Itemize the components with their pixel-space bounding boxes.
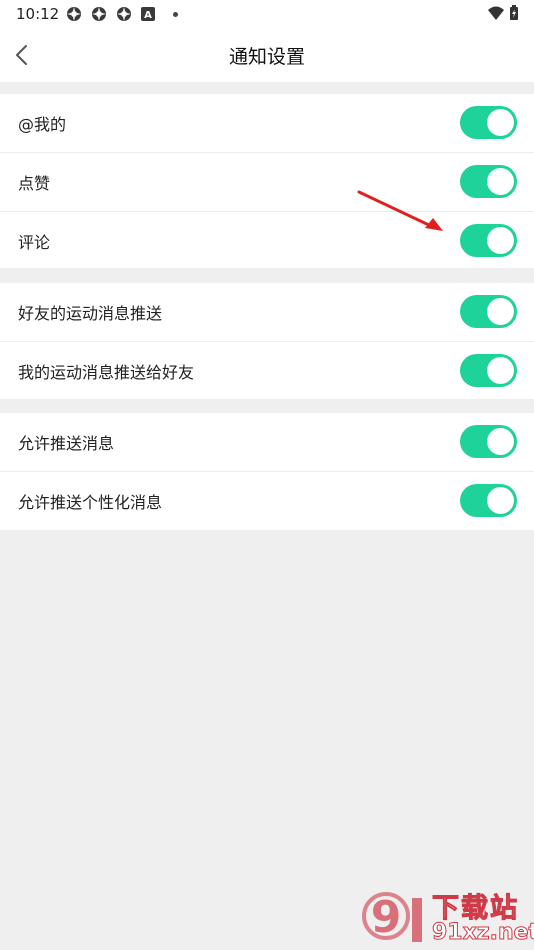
watermark-logo-icon: 9 xyxy=(362,892,422,943)
gear-notification-icon xyxy=(117,7,131,21)
toggle-knob xyxy=(487,109,514,136)
toggle-knob xyxy=(487,168,514,195)
gear-notification-icon xyxy=(67,7,81,21)
settings-group-sports: 好友的运动消息推送 我的运动消息推送给好友 xyxy=(0,283,534,399)
settings-group-interactions: @我的 点赞 评论 xyxy=(0,94,534,268)
app-badge-letter: A xyxy=(144,10,152,21)
annotation-arrow-icon xyxy=(357,190,443,231)
status-bar: 10:12 A xyxy=(0,0,534,28)
setting-label: 好友的运动消息推送 xyxy=(18,304,163,323)
more-notifications-dot-icon xyxy=(173,12,178,17)
wifi-icon xyxy=(488,6,504,20)
setting-row-likes: 点赞 xyxy=(0,152,534,211)
setting-label: 允许推送个性化消息 xyxy=(18,493,163,512)
setting-row-comments: 评论 xyxy=(0,211,534,270)
svg-text:9: 9 xyxy=(371,892,402,943)
setting-label: @我的 xyxy=(18,115,67,134)
toggle-knob xyxy=(487,227,514,254)
setting-label: 我的运动消息推送给好友 xyxy=(18,363,195,382)
gear-notification-icon xyxy=(92,7,106,21)
setting-label: 允许推送消息 xyxy=(18,434,115,453)
toggle-knob xyxy=(487,357,514,384)
battery-icon xyxy=(510,5,518,20)
setting-label: 点赞 xyxy=(18,174,51,193)
toggle-knob xyxy=(487,487,514,514)
notification-icons: A xyxy=(66,6,178,22)
status-time: 10:12 xyxy=(16,5,60,23)
setting-row-friend-sports-push: 好友的运动消息推送 xyxy=(0,283,534,341)
app-notification-icon: A xyxy=(141,7,155,21)
setting-row-share-sports-to-friends: 我的运动消息推送给好友 xyxy=(0,341,534,400)
comments-toggle[interactable] xyxy=(460,224,517,257)
setting-row-allow-push: 允许推送消息 xyxy=(0,413,534,471)
setting-label: 评论 xyxy=(18,233,51,252)
mentions-toggle[interactable] xyxy=(460,106,517,139)
header-bar: 通知设置 xyxy=(0,28,534,82)
share-sports-to-friends-toggle[interactable] xyxy=(460,354,517,387)
setting-row-mentions: @我的 xyxy=(0,94,534,152)
friend-sports-push-toggle[interactable] xyxy=(460,295,517,328)
page-title: 通知设置 xyxy=(228,46,305,68)
toggle-knob xyxy=(487,298,514,325)
settings-group-push: 允许推送消息 允许推送个性化消息 xyxy=(0,413,534,530)
allow-personalized-push-toggle[interactable] xyxy=(460,484,517,517)
toggle-knob xyxy=(487,428,514,455)
allow-push-toggle[interactable] xyxy=(460,425,517,458)
likes-toggle[interactable] xyxy=(460,165,517,198)
site-watermark: 9 下载站 91xz.net xyxy=(360,886,534,948)
setting-row-allow-personalized-push: 允许推送个性化消息 xyxy=(0,471,534,530)
watermark-site-url: 91xz.net xyxy=(431,920,534,946)
